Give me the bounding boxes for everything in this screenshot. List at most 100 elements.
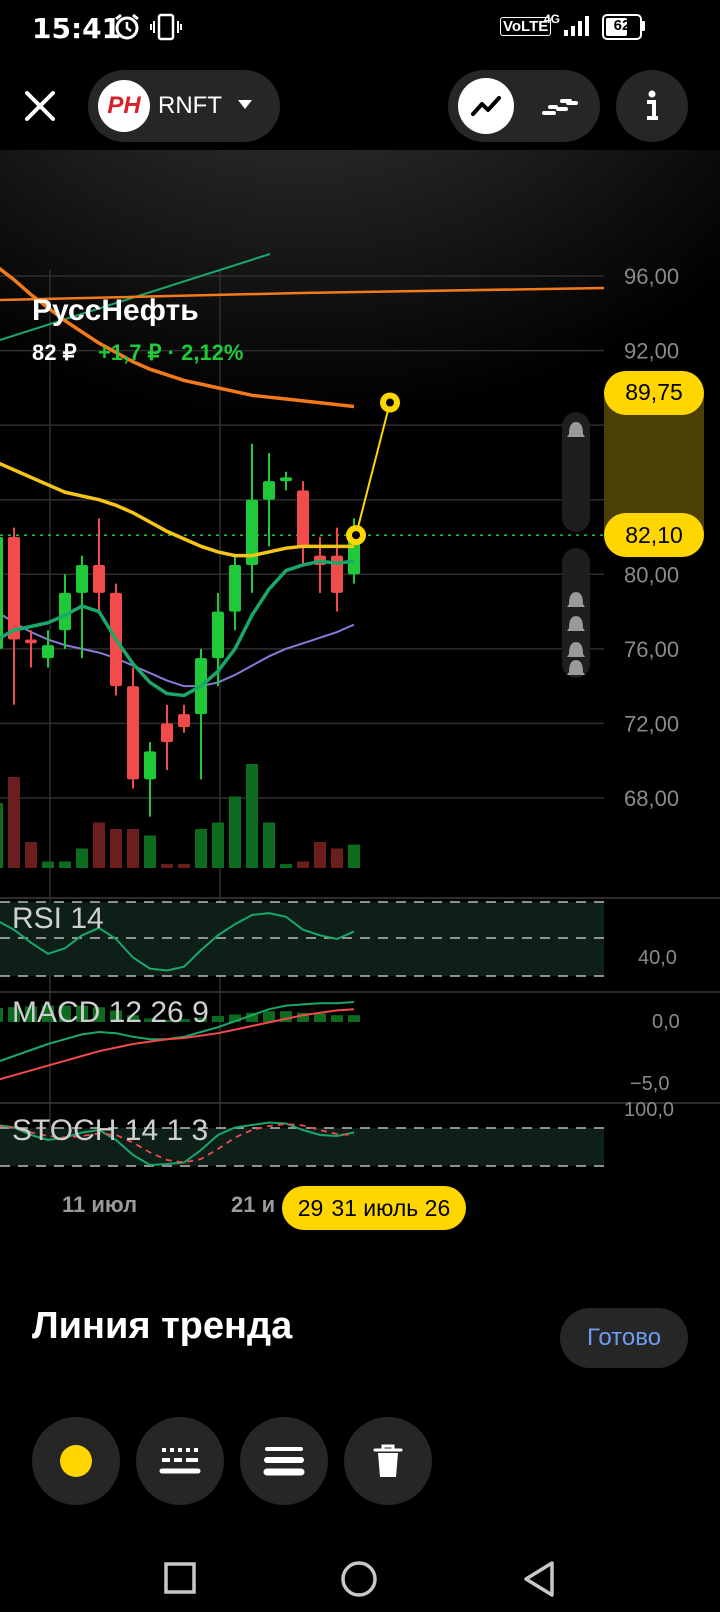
instrument-name: РуссНефть bbox=[32, 294, 199, 327]
volume-bar bbox=[229, 796, 241, 868]
line-width-button[interactable] bbox=[240, 1417, 328, 1505]
home-icon[interactable] bbox=[340, 1560, 378, 1598]
volume-bar bbox=[127, 829, 139, 868]
candle-body bbox=[280, 477, 292, 482]
volume-bar bbox=[280, 864, 292, 868]
volume-bar bbox=[0, 803, 3, 868]
candle-body bbox=[8, 537, 20, 640]
macd-zero-label: 0,0 bbox=[652, 1011, 680, 1033]
trendline-handle-start-dot bbox=[352, 531, 360, 540]
rsi-value: 40,0 bbox=[638, 947, 677, 969]
volume-bar bbox=[195, 829, 207, 868]
color-dot-icon bbox=[60, 1445, 92, 1477]
candle-body bbox=[229, 564, 241, 612]
instrument-change: +1,7 ₽ · 2,12% bbox=[98, 340, 244, 365]
candle-body bbox=[263, 481, 275, 500]
current-price-label: 82,10 bbox=[604, 513, 704, 558]
macd-histogram-bar bbox=[331, 1015, 343, 1022]
y-tick-label: 68,00 bbox=[624, 786, 679, 811]
candle-body bbox=[144, 751, 156, 780]
macd-low-label: −5,0 bbox=[630, 1073, 669, 1095]
candle-body bbox=[25, 639, 37, 644]
macd-histogram-bar bbox=[348, 1015, 360, 1022]
done-button[interactable]: Готово bbox=[560, 1308, 688, 1368]
volume-bar bbox=[161, 864, 173, 868]
company-logo: PH bbox=[98, 80, 150, 132]
macd-histogram-bar bbox=[0, 1008, 3, 1022]
volume-bar bbox=[178, 864, 190, 868]
alert-bell-track bbox=[562, 548, 590, 678]
trash-icon bbox=[373, 1444, 403, 1477]
macd-histogram-bar bbox=[212, 1016, 224, 1022]
volume-bar bbox=[76, 848, 88, 868]
x-tick-label: 11 июл bbox=[62, 1192, 137, 1217]
top-bar: PH RNFT bbox=[0, 66, 720, 146]
ticker-label: RNFT bbox=[158, 92, 222, 119]
ticker-selector[interactable]: PH RNFT bbox=[88, 70, 280, 142]
volume-bar bbox=[263, 822, 275, 868]
volume-bar bbox=[348, 844, 360, 868]
stoch-label: STOCH 14 1 3 bbox=[12, 1114, 208, 1147]
sheet-title: Линия тренда bbox=[32, 1305, 293, 1347]
color-button[interactable] bbox=[32, 1417, 120, 1505]
date-badge-prev: 29 bbox=[297, 1194, 324, 1221]
stoch-value: 100,0 bbox=[624, 1099, 674, 1121]
line-style-button[interactable] bbox=[136, 1417, 224, 1505]
candle-body bbox=[127, 686, 139, 780]
line-chart-button[interactable] bbox=[458, 78, 514, 134]
candle-body bbox=[76, 564, 88, 593]
volume-bar bbox=[331, 848, 343, 868]
battery-icon: 62 bbox=[602, 14, 642, 40]
alarm-icon bbox=[115, 13, 139, 40]
volume-bar bbox=[297, 861, 309, 868]
network-type: 4G bbox=[544, 12, 561, 26]
date-badge-text: 31 июль 26 bbox=[331, 1194, 451, 1221]
delete-button[interactable] bbox=[344, 1417, 432, 1505]
candle-body bbox=[178, 714, 190, 728]
macd-histogram-bar bbox=[263, 1011, 275, 1022]
status-time: 15:41 bbox=[32, 12, 122, 45]
chart-area[interactable]: 96,0092,0088,0084,0080,0076,0072,0068,00… bbox=[0, 0, 720, 1230]
macd-histogram-bar bbox=[314, 1013, 326, 1022]
candle-body bbox=[0, 537, 3, 649]
rsi-label: RSI 14 bbox=[12, 902, 104, 935]
date-badge: 29 31 июль 26 bbox=[282, 1186, 466, 1230]
y-tick-label: 96,00 bbox=[624, 264, 679, 289]
battery-level: 62 bbox=[613, 17, 631, 34]
volume-bar bbox=[144, 835, 156, 868]
candle-body bbox=[297, 490, 309, 547]
volume-bar bbox=[93, 822, 105, 868]
volume-bar bbox=[246, 764, 258, 868]
candle-body bbox=[42, 645, 54, 659]
y-tick-label: 72,00 bbox=[624, 711, 679, 736]
volume-bar bbox=[110, 829, 122, 868]
info-icon bbox=[647, 90, 658, 120]
volume-bar bbox=[8, 777, 20, 868]
x-tick-label: 21 и bbox=[231, 1192, 275, 1217]
chart-type-toggle bbox=[448, 70, 600, 142]
y-tick-label: 76,00 bbox=[624, 637, 679, 662]
chevron-down-icon bbox=[238, 100, 252, 109]
recent-apps-icon[interactable] bbox=[164, 1562, 196, 1594]
nav-bar bbox=[0, 1530, 720, 1612]
status-bar: 15:41 VoLTE 4G 62 bbox=[0, 0, 720, 54]
trendline-handle-end-dot bbox=[386, 398, 394, 407]
info-button[interactable] bbox=[616, 70, 688, 142]
volume-bar bbox=[314, 842, 326, 868]
green-ma-line bbox=[0, 559, 355, 698]
volume-bar bbox=[42, 861, 54, 868]
instrument-price: 82 ₽ bbox=[32, 340, 77, 365]
candle-chart-icon[interactable] bbox=[542, 94, 578, 120]
signal-icon bbox=[564, 16, 589, 36]
trendline-price-label: 89,75 bbox=[604, 370, 704, 415]
y-tick-label: 80,00 bbox=[624, 562, 679, 587]
close-icon[interactable] bbox=[22, 88, 58, 124]
volume-bar bbox=[25, 842, 37, 868]
candle-body bbox=[212, 611, 224, 659]
logo-text: PH bbox=[107, 92, 141, 119]
back-icon[interactable] bbox=[522, 1560, 558, 1598]
vibrate-icon bbox=[150, 13, 182, 41]
candle-body bbox=[161, 723, 173, 743]
volume-bar bbox=[59, 861, 71, 868]
line-style-icon bbox=[159, 1448, 201, 1474]
